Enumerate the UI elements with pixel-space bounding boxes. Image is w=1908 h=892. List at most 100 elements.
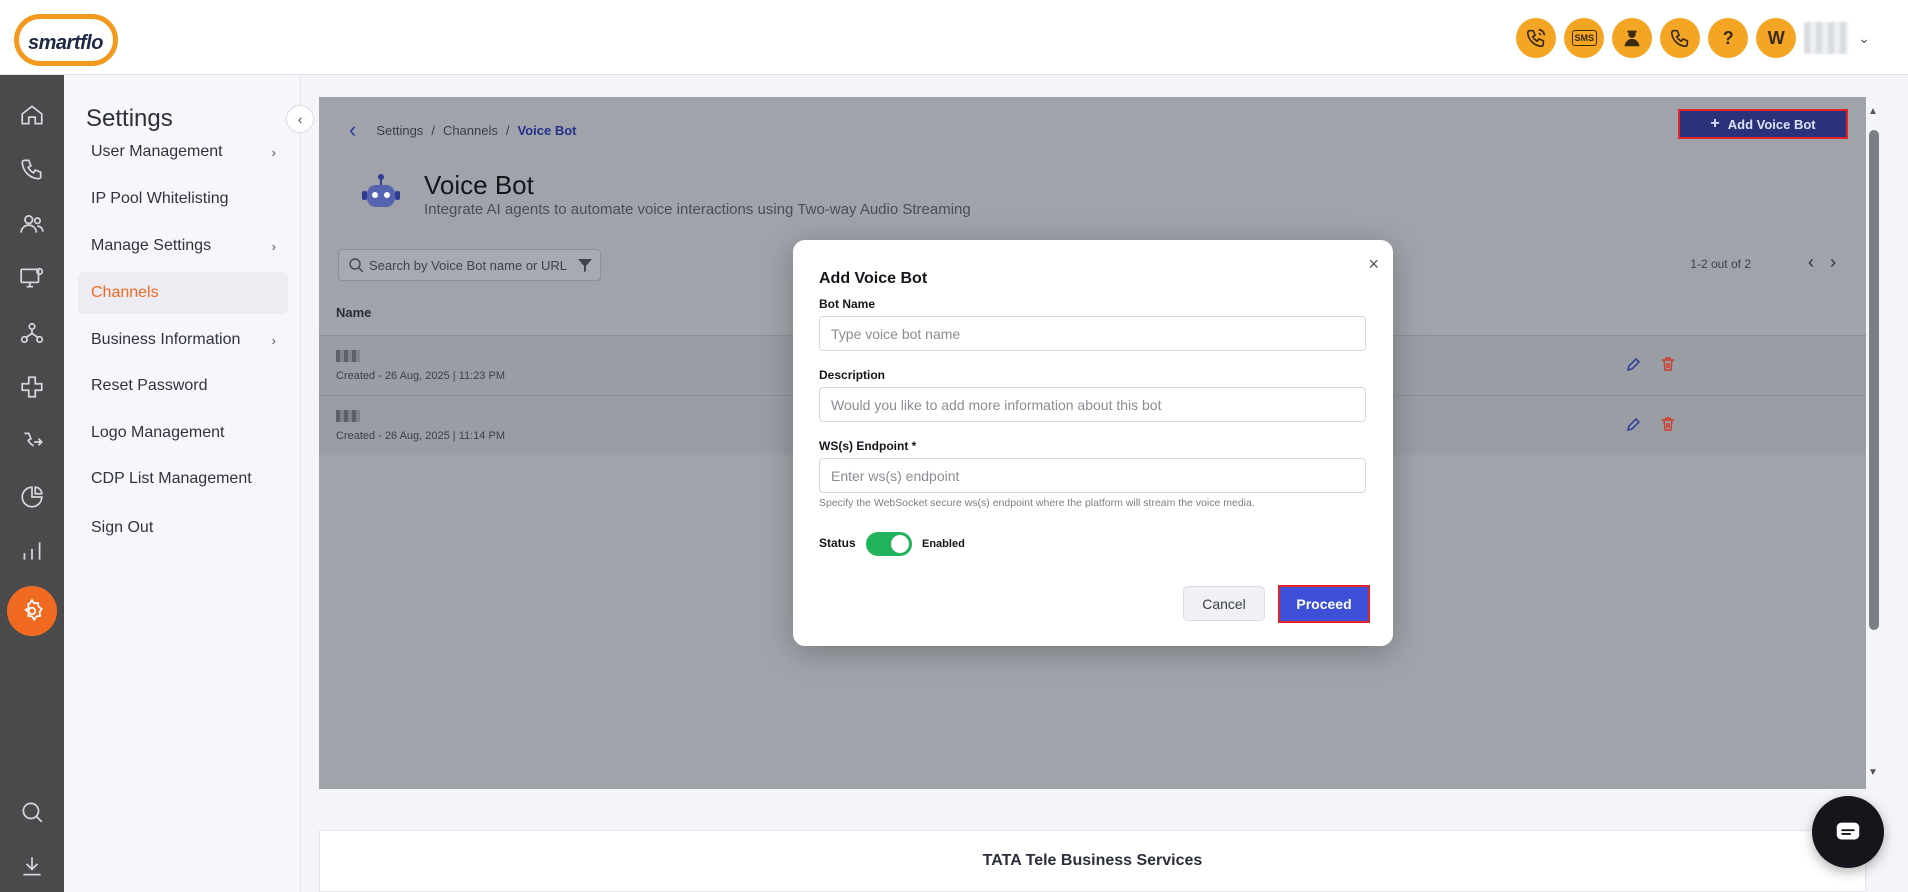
description-placeholder: Would you like to add more information a… <box>831 396 1162 413</box>
bot-name-placeholder: Type voice bot name <box>831 325 961 342</box>
top-icons: SMS ? W ⌄ <box>1516 18 1870 58</box>
breadcrumb-item[interactable]: Settings <box>376 123 423 138</box>
search-input[interactable]: Search by Voice Bot name or URL <box>338 249 601 281</box>
filter-icon[interactable] <box>578 258 592 272</box>
settings-title: Settings <box>86 105 173 132</box>
collapse-sidebar-button[interactable]: ‹ <box>286 105 314 133</box>
download-icon[interactable] <box>16 850 48 882</box>
status-value: Enabled <box>922 538 965 550</box>
add-voice-bot-label: Add Voice Bot <box>1727 116 1816 132</box>
chevron-right-icon: › <box>271 332 276 348</box>
pagination-text: 1-2 out of 2 <box>1690 257 1751 271</box>
settings-icon[interactable] <box>7 586 57 636</box>
sidebar-item-logo-management[interactable]: Logo Management <box>78 412 288 454</box>
edit-icon[interactable] <box>1626 358 1640 372</box>
chevron-right-icon: › <box>271 144 276 160</box>
footer-text: TATA Tele Business Services <box>982 852 1203 869</box>
sidebar-item-reset-password[interactable]: Reset Password <box>78 365 288 407</box>
back-arrow-icon[interactable]: ‹ <box>349 117 356 143</box>
plus-icon: + <box>1710 115 1720 132</box>
voice-bot-robot-icon <box>362 174 400 207</box>
created-date: Created - 26 Aug, 2025 | 11:23 PM <box>336 370 505 382</box>
status-label: Status <box>819 536 856 550</box>
settings-sidebar: Settings ‹ User Management › IP Pool Whi… <box>64 75 314 892</box>
search-icon[interactable] <box>16 796 48 828</box>
chevron-down-icon[interactable]: ⌄ <box>1858 30 1870 47</box>
sidebar-item-user-management[interactable]: User Management › <box>78 131 288 173</box>
endpoint-hint: Specify the WebSocket secure ws(s) endpo… <box>819 497 1255 509</box>
breadcrumb-separator: / <box>431 122 435 138</box>
trash-icon[interactable] <box>1660 416 1676 432</box>
endpoint-placeholder: Enter ws(s) endpoint <box>831 467 960 484</box>
chevron-right-icon: › <box>271 238 276 254</box>
breadcrumb-separator: / <box>505 122 510 138</box>
monitor-settings-icon[interactable] <box>16 262 48 294</box>
search-placeholder: Search by Voice Bot name or URL <box>369 257 567 273</box>
home-icon[interactable] <box>16 99 48 131</box>
user-name-redacted[interactable] <box>1804 22 1849 54</box>
created-date: Created - 26 Aug, 2025 | 11:14 PM <box>336 430 505 442</box>
proceed-button[interactable]: Proceed <box>1278 585 1370 623</box>
agent-icon[interactable] <box>1612 18 1653 58</box>
add-voice-bot-modal: × Add Voice Bot Bot Name Type voice bot … <box>793 240 1393 646</box>
column-header-name: Name <box>336 305 372 320</box>
bar-chart-icon[interactable] <box>16 535 48 567</box>
footer: TATA Tele Business Services <box>319 830 1866 892</box>
cancel-button[interactable]: Cancel <box>1183 586 1265 621</box>
user-avatar[interactable]: W <box>1756 18 1797 58</box>
endpoint-label: WS(s) Endpoint * <box>819 439 917 453</box>
sidebar-item-label: IP Pool Whitelisting <box>91 190 229 207</box>
breadcrumb-item[interactable]: Channels <box>443 123 498 138</box>
scroll-down-icon[interactable]: ▼ <box>1868 767 1878 778</box>
sidebar-item-label: Logo Management <box>91 424 225 441</box>
sidebar-item-label: Business Information <box>91 331 241 348</box>
smartflo-logo[interactable]: smartflo <box>14 8 118 68</box>
next-page-icon[interactable]: › <box>1830 252 1836 273</box>
help-icon[interactable]: ? <box>1708 18 1749 58</box>
bot-name-redacted <box>336 350 360 362</box>
chat-button[interactable] <box>1812 796 1884 868</box>
sidebar-item-business-information[interactable]: Business Information › <box>78 319 288 361</box>
sidebar-item-label: User Management <box>91 143 223 160</box>
chat-icon <box>1836 822 1860 840</box>
phone-icon[interactable] <box>16 153 48 185</box>
status-toggle[interactable] <box>866 532 912 556</box>
description-label: Description <box>819 368 886 382</box>
pie-chart-icon[interactable] <box>16 481 48 513</box>
sms-icon[interactable]: SMS <box>1564 18 1605 58</box>
sidebar-item-manage-settings[interactable]: Manage Settings › <box>78 225 288 267</box>
modal-title: Add Voice Bot <box>819 270 928 287</box>
breadcrumb-current: Voice Bot <box>517 122 577 138</box>
page-subtitle: Integrate AI agents to automate voice in… <box>424 201 971 218</box>
routing-icon[interactable] <box>16 426 48 458</box>
network-icon[interactable] <box>16 317 48 349</box>
sidebar-item-label: Channels <box>91 284 159 301</box>
trash-icon[interactable] <box>1660 356 1676 372</box>
sidebar-item-label: Sign Out <box>91 519 154 536</box>
scroll-up-icon[interactable]: ▲ <box>1868 106 1878 117</box>
sidebar-item-label: CDP List Management <box>91 470 252 487</box>
bot-name-input[interactable]: Type voice bot name <box>819 316 1366 351</box>
pagination-arrows: ‹ › <box>1808 252 1836 273</box>
sidebar-item-sign-out[interactable]: Sign Out <box>78 507 288 549</box>
scrollbar[interactable]: ▲ ▼ <box>1868 106 1880 778</box>
breadcrumb: ‹ Settings / Channels / Voice Bot <box>349 117 577 143</box>
edit-icon[interactable] <box>1626 418 1640 432</box>
description-input[interactable]: Would you like to add more information a… <box>819 387 1366 422</box>
scroll-thumb[interactable] <box>1869 130 1879 630</box>
sidebar-item-channels[interactable]: Channels <box>78 272 288 314</box>
add-voice-bot-button[interactable]: + Add Voice Bot <box>1678 109 1848 139</box>
users-icon[interactable] <box>16 208 48 240</box>
help-label: ? <box>1722 27 1734 48</box>
page-title: Voice Bot <box>424 170 534 200</box>
prev-page-icon[interactable]: ‹ <box>1808 252 1814 273</box>
call-icon[interactable] <box>1516 18 1557 58</box>
close-icon[interactable]: × <box>1368 254 1379 275</box>
search-icon <box>349 258 364 273</box>
call-support-icon[interactable] <box>1660 18 1701 58</box>
sidebar-item-ip-pool[interactable]: IP Pool Whitelisting <box>78 178 288 220</box>
sidebar-item-cdp-list[interactable]: CDP List Management <box>78 458 288 500</box>
endpoint-input[interactable]: Enter ws(s) endpoint <box>819 458 1366 493</box>
sidebar-item-label: Reset Password <box>91 377 208 394</box>
integration-icon[interactable] <box>16 371 48 403</box>
